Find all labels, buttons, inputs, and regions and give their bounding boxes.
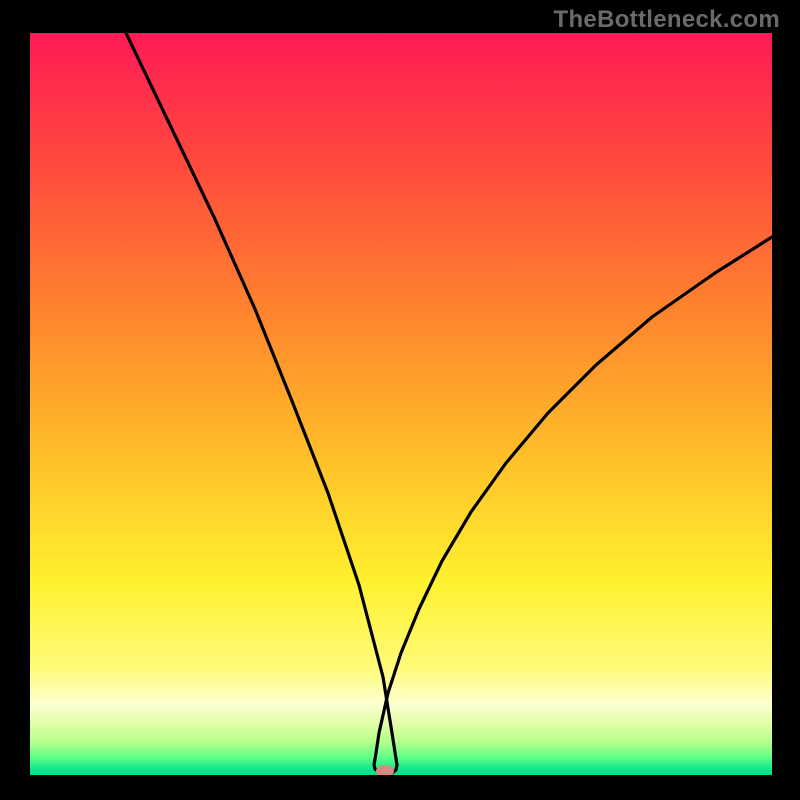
watermark-text: TheBottleneck.com xyxy=(554,6,780,34)
plot-area xyxy=(30,33,772,775)
gradient-background xyxy=(30,33,772,775)
chart-frame: TheBottleneck.com xyxy=(0,0,800,800)
